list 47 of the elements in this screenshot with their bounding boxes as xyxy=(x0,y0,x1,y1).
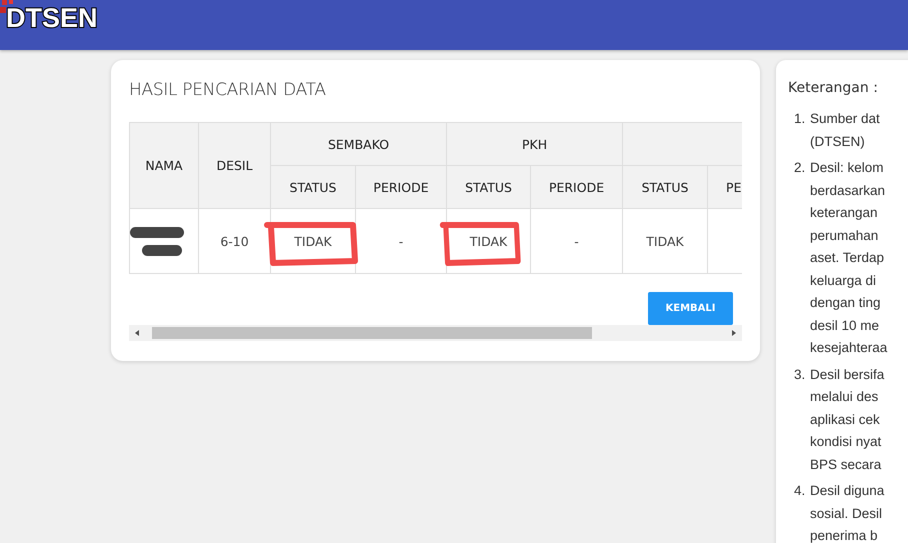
back-button[interactable]: KEMBALI xyxy=(648,292,733,325)
group-header: PKH xyxy=(446,122,623,166)
note-text: kesejahteraa xyxy=(810,339,888,357)
note-text: Desil diguna xyxy=(810,482,884,500)
note-text: (DTSEN) xyxy=(810,132,866,151)
note-text: penerima b xyxy=(810,527,879,543)
note-text: keterangan xyxy=(810,204,879,222)
note-text: desil 10 me xyxy=(810,316,880,334)
column-header: STATUS xyxy=(622,166,708,208)
column-header: NAMA xyxy=(130,122,198,208)
table-cell: 6-10 xyxy=(198,208,270,274)
note-text: kondisi nyat xyxy=(810,433,882,451)
note-text: Desil: kelom xyxy=(810,159,885,177)
column-header: PERIODE xyxy=(530,166,623,208)
note-text: aplikasi cek xyxy=(810,410,881,429)
note-text: keluarga di xyxy=(810,272,878,290)
scroll-right-icon[interactable] xyxy=(730,329,738,337)
scroll-left-icon[interactable] xyxy=(133,329,141,337)
note-text: perumahan xyxy=(810,226,880,245)
table-cell: TIDAK xyxy=(470,234,508,248)
list-number: 3. xyxy=(794,366,806,384)
note-text: aset. Terdap xyxy=(810,249,886,267)
table-cell: - xyxy=(398,234,404,248)
notes-title: Keterangan : xyxy=(788,80,879,96)
scrollbar-thumb[interactable] xyxy=(152,327,592,339)
card-title: HASIL PENCARIAN DATA xyxy=(129,80,327,100)
list-number: 4. xyxy=(794,482,806,500)
list-number: 1. xyxy=(794,110,806,128)
logo-text: DTSEN xyxy=(6,4,98,32)
horizontal-scrollbar[interactable] xyxy=(129,325,742,341)
table-cell: TIDAK xyxy=(646,234,684,248)
column-header: DESIL xyxy=(198,122,270,208)
note-text: dengan ting xyxy=(810,294,882,312)
list-number: 2. xyxy=(794,159,806,177)
note-text: Sumber dat xyxy=(810,110,880,128)
note-text: sosial. Desil xyxy=(810,504,884,522)
group-header: SEMBAKO xyxy=(270,122,447,166)
column-header: PE xyxy=(708,166,742,208)
note-text: berdasarkan xyxy=(810,182,886,200)
column-header: STATUS xyxy=(446,166,531,208)
note-text: BPS secara xyxy=(810,456,882,474)
note-text: Desil bersifa xyxy=(810,366,884,384)
note-text: melalui des xyxy=(810,388,880,406)
table-cell: TIDAK xyxy=(294,234,332,248)
table-cell: - xyxy=(574,234,579,248)
column-header: STATUS xyxy=(270,166,356,208)
column-header: PERIODE xyxy=(356,166,447,208)
